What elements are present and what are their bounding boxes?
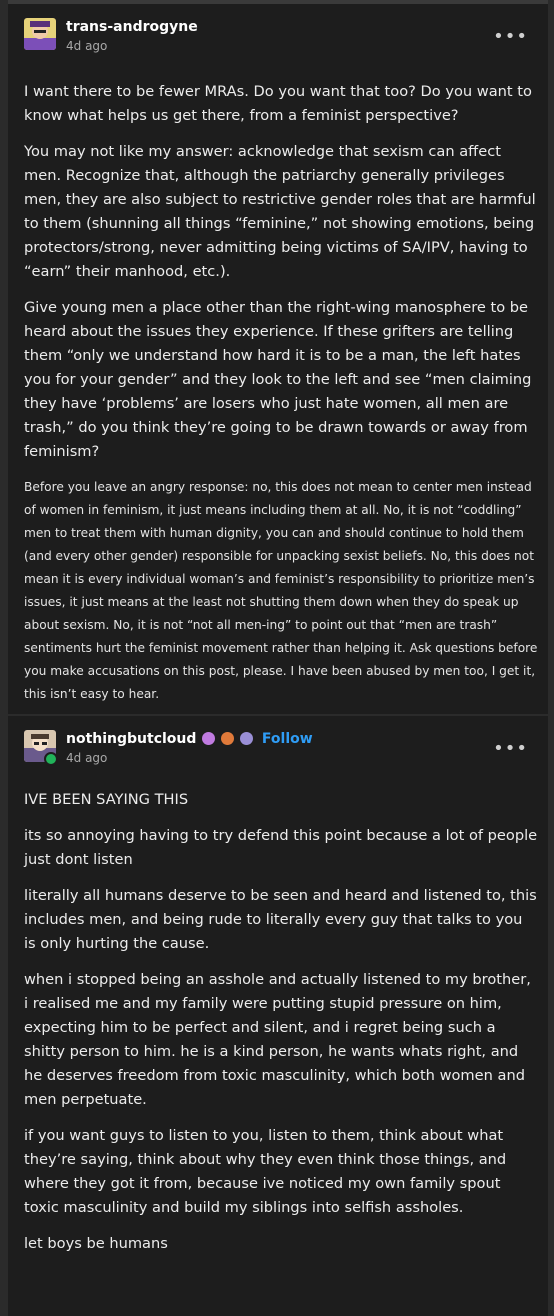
- small-text: Before you leave an angry response: no, …: [24, 480, 538, 701]
- follow-button[interactable]: Follow: [262, 731, 313, 747]
- paragraph: literally all humans deserve to be seen …: [24, 887, 537, 952]
- username[interactable]: trans-androgyne: [66, 19, 198, 35]
- post-header: trans-androgyne 4d ago •••: [24, 18, 532, 58]
- more-dots-icon[interactable]: •••: [493, 740, 528, 758]
- badge-icon[interactable]: [221, 732, 235, 745]
- post-body: I want there to be fewer MRAs. Do you wa…: [24, 80, 538, 706]
- paragraph: its so annoying having to try defend thi…: [24, 827, 538, 868]
- timestamp[interactable]: 4d ago: [66, 39, 107, 53]
- paragraph: I want there to be fewer MRAs. Do you wa…: [24, 83, 532, 124]
- post-header: nothingbutcloud Follow 4d ago •••: [24, 730, 532, 770]
- reblog-icon: [44, 752, 58, 766]
- badge-icon[interactable]: [202, 732, 216, 745]
- paragraph: You may not like my answer: acknowledge …: [24, 143, 536, 280]
- post-body: IVE BEEN SAYING THIS its so annoying hav…: [24, 788, 538, 1268]
- timestamp[interactable]: 4d ago: [66, 751, 107, 765]
- post-trans-androgyne: trans-androgyne 4d ago ••• I want there …: [8, 0, 548, 714]
- paragraph: let boys be humans: [24, 1235, 168, 1252]
- post-nothingbutcloud: nothingbutcloud Follow 4d ago ••• IVE BE…: [8, 716, 548, 1316]
- avatar[interactable]: [24, 18, 56, 50]
- username-row: nothingbutcloud Follow: [66, 731, 313, 747]
- paragraph: Give young men a place other than the ri…: [24, 299, 532, 460]
- username[interactable]: nothingbutcloud: [66, 731, 196, 747]
- paragraph: if you want guys to listen to you, liste…: [24, 1127, 507, 1216]
- badge-icon[interactable]: [240, 732, 254, 745]
- paragraph: IVE BEEN SAYING THIS: [24, 791, 189, 808]
- more-dots-icon[interactable]: •••: [493, 28, 528, 46]
- paragraph: when i stopped being an asshole and actu…: [24, 971, 531, 1108]
